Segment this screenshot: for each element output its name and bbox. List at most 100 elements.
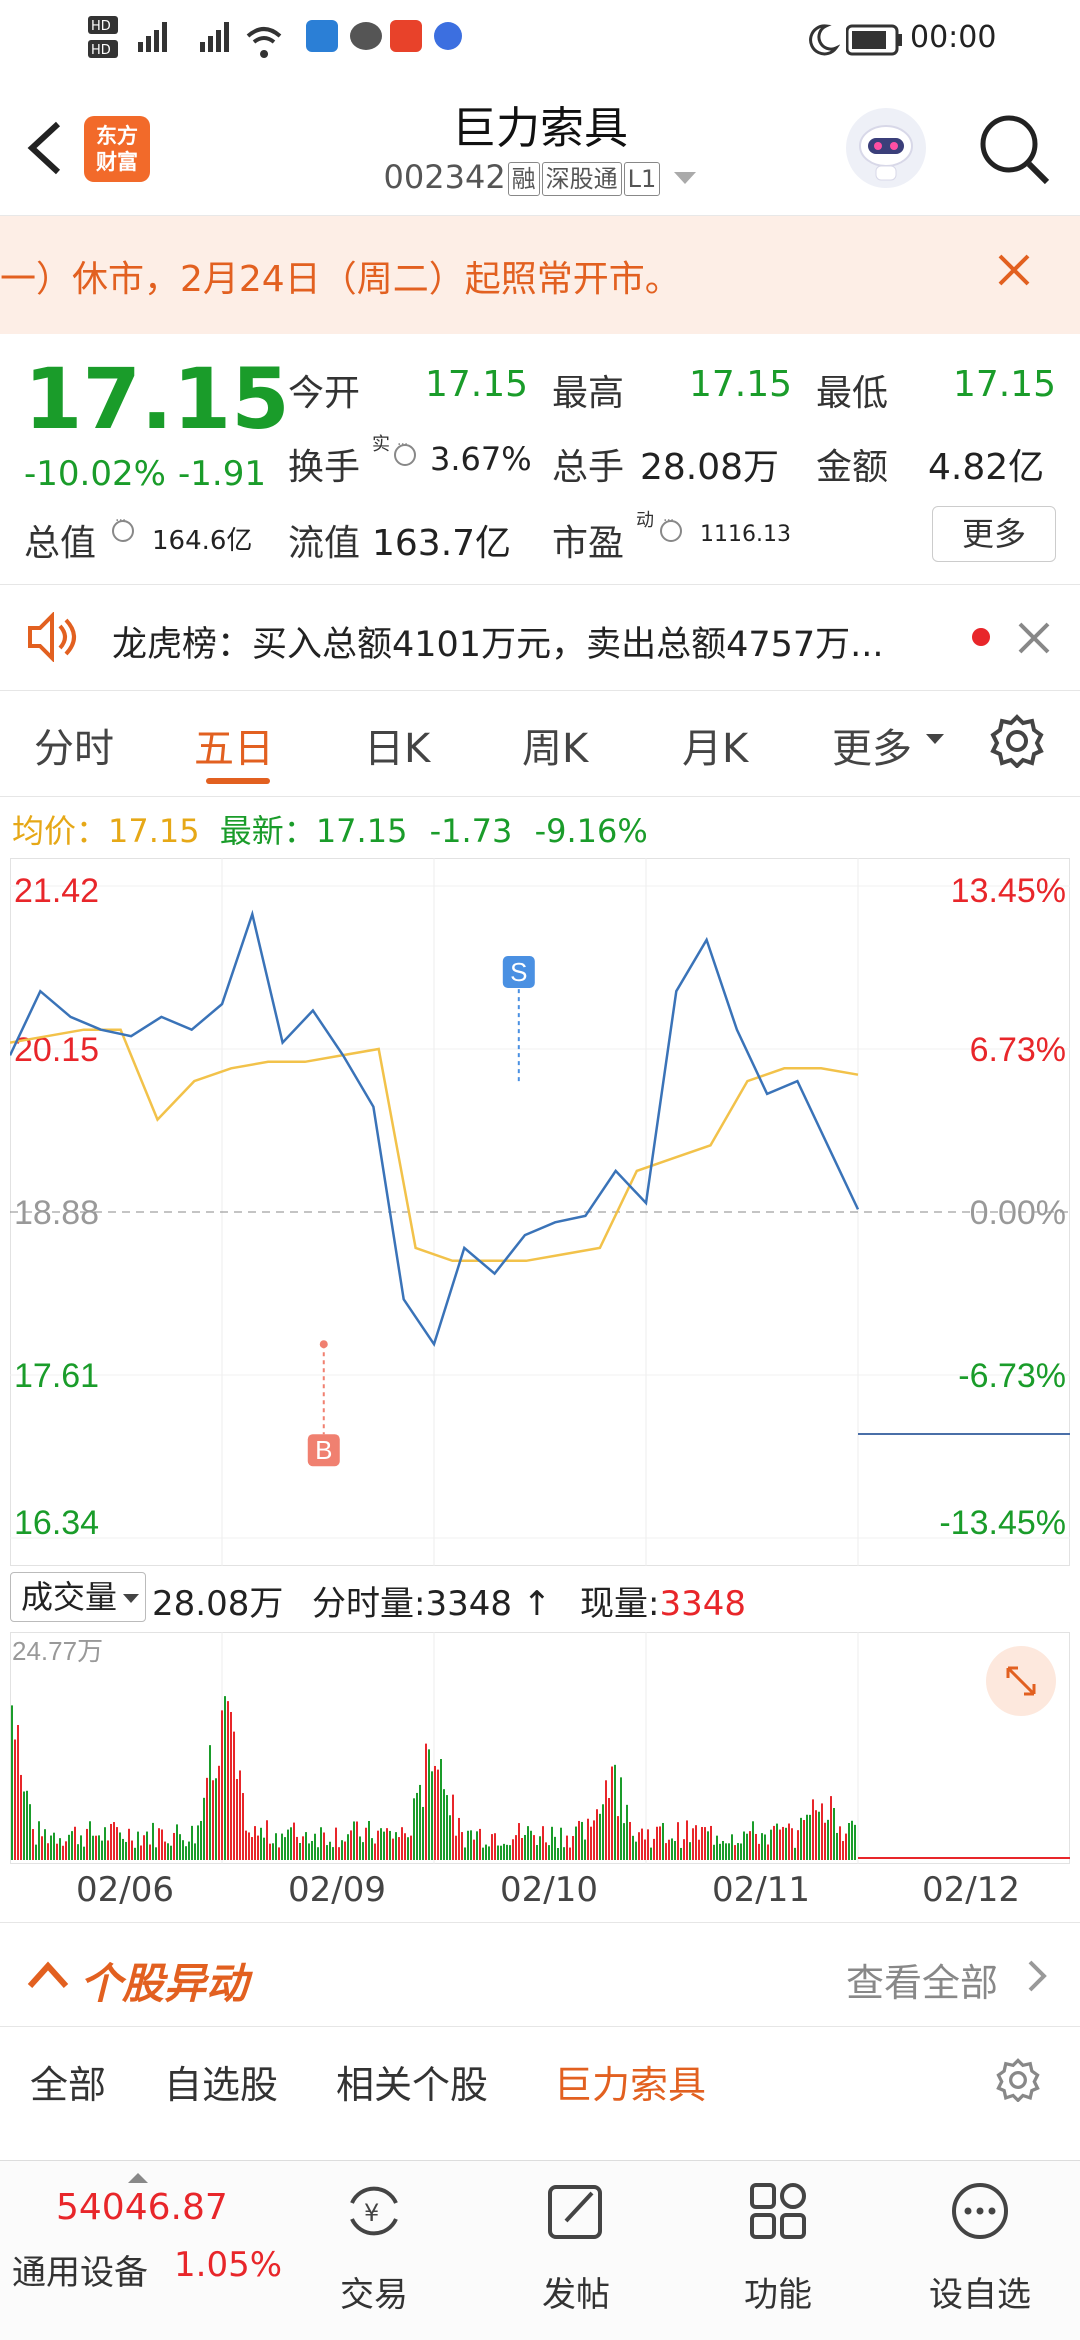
close-icon[interactable]	[990, 246, 1038, 294]
date-label: 02/11	[712, 1870, 810, 1910]
assistant-avatar[interactable]	[846, 108, 926, 188]
pe-info-icon[interactable]	[660, 513, 682, 542]
y-axis-label: 18.88	[14, 1194, 99, 1232]
dropdown-caret-icon	[674, 172, 697, 184]
stock-code-row[interactable]: 002342 融深股通 L1	[340, 158, 740, 196]
filter-related[interactable]: 相关个股	[336, 2054, 488, 2109]
avg-label: 均价：	[12, 812, 109, 850]
back-arrow-icon[interactable]	[22, 118, 66, 178]
svg-text:¥: ¥	[364, 2199, 379, 2227]
pe-superscript: 动	[636, 510, 654, 531]
turnover-label: 换手	[288, 447, 361, 488]
y-axis-label: 17.61	[14, 1357, 99, 1395]
more-caret-icon	[926, 734, 944, 744]
tab-weekly-k[interactable]: 周K	[522, 716, 588, 774]
status-time: 00:00	[910, 20, 997, 55]
nav-post-label: 发帖	[542, 2275, 610, 2315]
status-bar: HD HD 00:00	[0, 0, 1080, 80]
tab-five-day[interactable]: 五日	[194, 716, 274, 774]
app-logo[interactable]: 东方财富	[84, 116, 150, 182]
unread-dot	[972, 628, 990, 646]
nav-add-watchlist-label: 设自选	[929, 2275, 1031, 2315]
bottom-tab-bar: 54046.87 通用设备 1.05% ¥ 交易 发帖 功能 设自选	[0, 2160, 1080, 2340]
tab-monthly-k[interactable]: 月K	[682, 716, 748, 774]
dragon-tiger-text[interactable]: 龙虎榜：买入总额4101万元，卖出总额4757万...	[112, 616, 884, 667]
open-value: 17.15	[424, 364, 528, 405]
index-value[interactable]: 54046.87	[56, 2187, 228, 2228]
filter-all[interactable]: 全部	[30, 2054, 106, 2109]
svg-text:HD: HD	[91, 19, 111, 34]
stock-header: 东方财富 巨力索具 002342 融深股通 L1	[0, 80, 1080, 216]
current-price: 17.15	[24, 350, 290, 448]
change-amount: -1.91	[178, 454, 266, 494]
more-dots-icon	[952, 2183, 1008, 2239]
chart-legend: 均价：17.15 最新：17.15 -1.73 -9.16%	[12, 806, 648, 852]
y-axis-pct-label: 13.45%	[951, 872, 1066, 910]
buy-marker-label: B	[315, 1435, 332, 1465]
edit-post-icon	[548, 2185, 602, 2239]
tab-more[interactable]: 更多	[832, 716, 912, 774]
volume-indicator-select[interactable]: 成交量	[10, 1572, 146, 1622]
y-axis-label: 21.42	[14, 872, 99, 910]
avg-value: 17.15	[108, 812, 200, 850]
volume-label: 总手	[552, 447, 625, 488]
caret-up-icon[interactable]	[128, 2173, 148, 2185]
volume-chart[interactable]: 24.77万	[10, 1632, 1070, 1864]
latest-label: 最新：	[219, 812, 316, 850]
date-label: 02/09	[288, 1870, 386, 1910]
y-axis-pct-label: 6.73%	[970, 1031, 1066, 1069]
volume-frame	[10, 1632, 1070, 1864]
settings-gear-icon[interactable]	[996, 2058, 1040, 2102]
mcap-info-icon[interactable]	[112, 513, 134, 542]
filter-this-stock[interactable]: 巨力索具	[554, 2054, 706, 2109]
more-quote-button[interactable]: 更多	[932, 506, 1056, 562]
close-icon[interactable]	[1016, 620, 1052, 656]
mcap-value: 164.6亿	[152, 526, 253, 556]
nav-post[interactable]: 发帖	[496, 2171, 656, 2331]
logo-text: 东方财富	[96, 124, 138, 174]
active-tab-indicator	[206, 778, 270, 784]
expand-chart-button[interactable]	[986, 1646, 1056, 1716]
turnover-info-icon[interactable]	[394, 437, 416, 466]
mcap-label: 总值	[24, 523, 97, 564]
turnover-value: 3.67%	[430, 440, 532, 478]
float-cap-label: 流值	[288, 523, 361, 564]
divider	[0, 690, 1080, 691]
search-icon[interactable]	[975, 110, 1055, 190]
grid-apps-icon	[750, 2183, 806, 2239]
current-volume-value: 3348	[659, 1584, 746, 1624]
tab-intraday[interactable]: 分时	[34, 716, 114, 774]
chevron-right-icon[interactable]	[1024, 1958, 1050, 1994]
notice-text: 一）休市，2月24日（周二）起照常开市。	[0, 259, 681, 300]
tick-volume: 分时量:3348 ↑	[312, 1576, 551, 1625]
date-label: 02/06	[76, 1870, 174, 1910]
market-notice-banner[interactable]: 一）休市，2月24日（周二）起照常开市。	[0, 216, 1080, 334]
tick-volume-text: 分时量:3348	[312, 1584, 512, 1624]
settings-gear-icon[interactable]	[990, 714, 1044, 768]
divider	[0, 584, 1080, 585]
nav-functions[interactable]: 功能	[698, 2171, 858, 2331]
pe-value: 1116.13	[700, 522, 791, 547]
index-name[interactable]: 通用设备	[12, 2245, 148, 2294]
stock-name: 巨力索具	[452, 103, 628, 154]
filter-watchlist[interactable]: 自选股	[164, 2054, 278, 2109]
latest-value: 17.15	[315, 812, 408, 850]
current-volume-label: 现量:	[580, 1584, 660, 1624]
low-value: 17.15	[952, 364, 1056, 405]
date-label: 02/12	[922, 1870, 1020, 1910]
chevron-up-icon[interactable]	[26, 1956, 70, 1992]
tab-daily-k[interactable]: 日K	[364, 716, 430, 774]
low-label: 最低	[816, 373, 889, 414]
index-pct[interactable]: 1.05%	[174, 2245, 282, 2285]
nav-trade[interactable]: ¥ 交易	[294, 2171, 454, 2331]
volume-select-label: 成交量	[21, 1578, 118, 1616]
volume-total: 28.08万	[152, 1584, 284, 1624]
connect-tag: 深股通	[541, 162, 622, 196]
view-all-link[interactable]: 查看全部	[846, 1952, 998, 2007]
battery-icon	[846, 24, 902, 56]
nav-add-watchlist[interactable]: 设自选	[900, 2171, 1060, 2331]
y-axis-pct-label: -6.73%	[958, 1357, 1066, 1395]
svg-text:HD: HD	[91, 43, 111, 58]
five-day-price-chart[interactable]: 21.42 13.45% 20.15 6.73% 18.88 0.00% 17.61 -6.7…	[10, 858, 1070, 1566]
amount-value: 4.82亿	[928, 447, 1045, 488]
